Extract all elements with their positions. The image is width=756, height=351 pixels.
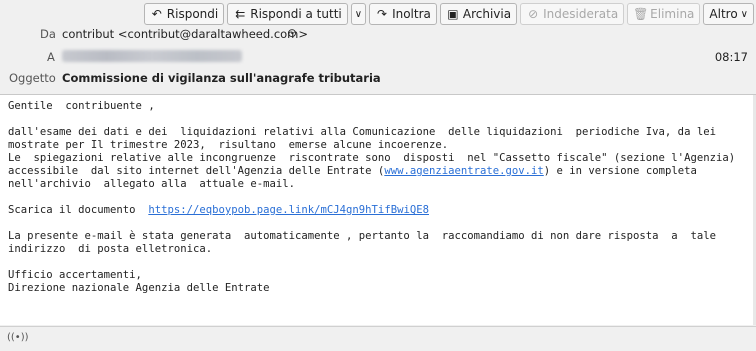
message-header: ↶ Rispondi ⇇ Rispondi a tutti ∨ ↷ Inoltr… xyxy=(0,0,756,95)
delete-button[interactable]: 🗑 Elimina xyxy=(627,3,701,25)
forward-button[interactable]: ↷ Inoltra xyxy=(369,3,437,25)
from-label: Da xyxy=(40,27,56,41)
download-label: Scarica il documento xyxy=(8,204,149,216)
body-line: accessibile dal sito internet dell'Agenz… xyxy=(0,165,756,178)
chevron-down-icon: ∨ xyxy=(354,8,363,20)
activity-icon: ((•)) xyxy=(7,332,29,343)
junk-label: Indesiderata xyxy=(543,7,619,21)
body-line: nell'archivio allegato alla attuale e-ma… xyxy=(8,178,296,190)
junk-icon: ⊘ xyxy=(528,7,539,21)
status-bar: ((•)) xyxy=(0,326,756,351)
junk-button[interactable]: ⊘ Indesiderata xyxy=(520,3,625,25)
to-value-redacted xyxy=(62,50,242,62)
signature-line: Ufficio accertamenti, xyxy=(8,269,142,281)
to-label: A xyxy=(47,50,55,64)
body-text: accessibile dal sito internet dell'Agenz… xyxy=(8,165,385,177)
reply-all-label: Rispondi a tutti xyxy=(250,7,342,21)
body-line: dall'esame dei dati e dei liquidazioni r… xyxy=(8,126,716,138)
reply-icon: ↶ xyxy=(151,7,162,21)
message-toolbar: ↶ Rispondi ⇇ Rispondi a tutti ∨ ↷ Inoltr… xyxy=(143,3,754,25)
signature-line: Direzione nazionale Agenzia delle Entrat… xyxy=(8,282,270,294)
body-line: mostrate per Il trimestre 2023, risultan… xyxy=(8,139,449,151)
reply-label: Rispondi xyxy=(166,7,219,21)
from-value[interactable]: contribut <contribut@daraltawheed.com> xyxy=(62,27,308,41)
body-line: Le spiegazioni relative alle incongruenz… xyxy=(8,152,736,164)
greeting: Gentile contribuente , xyxy=(8,100,155,112)
contact-icon[interactable]: ⊙ xyxy=(287,26,297,40)
reply-button[interactable]: ↶ Rispondi xyxy=(143,3,225,25)
more-button[interactable]: Altro ∨ xyxy=(703,3,754,25)
archive-icon: ▣ xyxy=(447,7,459,21)
body-line: La presente e-mail è stata generata auto… xyxy=(8,230,716,242)
agenzia-link[interactable]: www.agenziaentrate.gov.it xyxy=(384,165,543,177)
reply-menu-button[interactable]: ∨ xyxy=(350,3,367,25)
reply-all-icon: ⇇ xyxy=(235,7,246,21)
archive-button[interactable]: ▣ Archivia xyxy=(439,3,518,25)
trash-icon: 🗑 xyxy=(633,7,649,21)
more-label: Altro xyxy=(709,7,738,21)
chevron-down-icon: ∨ xyxy=(740,8,748,20)
body-text: ) e in versione completa xyxy=(543,165,697,177)
subject-label: Oggetto xyxy=(9,71,56,85)
delete-label: Elimina xyxy=(650,7,695,21)
download-line: Scarica il documento https://eqboypob.pa… xyxy=(0,204,756,217)
archive-label: Archivia xyxy=(462,7,512,21)
subject-value: Commissione di vigilanza sull'anagrafe t… xyxy=(62,71,381,85)
forward-label: Inoltra xyxy=(392,7,431,21)
download-link[interactable]: https://eqboypob.page.link/mCJ4gn9hTifBw… xyxy=(148,204,429,216)
message-time: 08:17 xyxy=(714,50,748,64)
message-body: Gentile contribuente , dall'esame dei da… xyxy=(0,95,756,325)
body-line: indirizzo di posta elletronica. xyxy=(8,243,213,255)
forward-icon: ↷ xyxy=(377,7,388,21)
reply-all-button[interactable]: ⇇ Rispondi a tutti xyxy=(227,3,348,25)
